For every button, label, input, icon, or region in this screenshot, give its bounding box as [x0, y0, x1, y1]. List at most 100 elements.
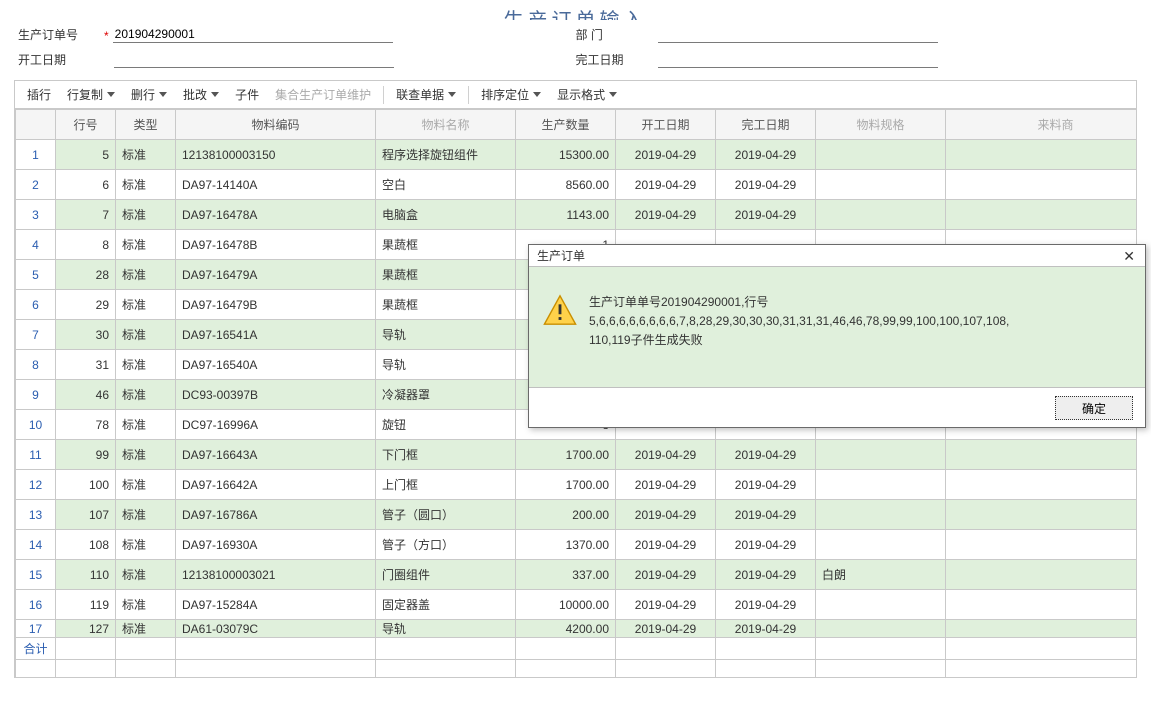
cell-line[interactable]: 78 [56, 410, 116, 440]
cell-supplier[interactable] [946, 500, 1138, 530]
cell-type[interactable]: 标准 [116, 590, 176, 620]
cell-name[interactable]: 空白 [376, 170, 516, 200]
cell-supplier[interactable] [946, 170, 1138, 200]
col-end[interactable]: 完工日期 [716, 110, 816, 140]
row-number[interactable]: 8 [16, 350, 56, 380]
cell-start[interactable]: 2019-04-29 [616, 590, 716, 620]
cell-line[interactable]: 7 [56, 200, 116, 230]
cell-type[interactable]: 标准 [116, 320, 176, 350]
cell-end[interactable]: 2019-04-29 [716, 440, 816, 470]
col-name[interactable]: 物料名称 [376, 110, 516, 140]
row-number[interactable]: 5 [16, 260, 56, 290]
link-button[interactable]: 联查单据 [388, 83, 464, 106]
row-number[interactable]: 14 [16, 530, 56, 560]
cell-qty[interactable]: 1143.00 [516, 200, 616, 230]
cell-name[interactable]: 导轨 [376, 620, 516, 638]
row-number[interactable]: 15 [16, 560, 56, 590]
cell-name[interactable]: 管子（圆口） [376, 500, 516, 530]
cell-spec[interactable] [816, 170, 946, 200]
cell-qty[interactable]: 337.00 [516, 560, 616, 590]
ok-button[interactable]: 确定 [1055, 396, 1133, 420]
cell-name[interactable]: 固定器盖 [376, 590, 516, 620]
cell-supplier[interactable] [946, 590, 1138, 620]
cell-start[interactable]: 2019-04-29 [616, 140, 716, 170]
cell-name[interactable]: 上门框 [376, 470, 516, 500]
cell-name[interactable]: 导轨 [376, 350, 516, 380]
cell-start[interactable]: 2019-04-29 [616, 200, 716, 230]
row-number[interactable]: 17 [16, 620, 56, 638]
cell-code[interactable]: DA97-16786A [176, 500, 376, 530]
cell-supplier[interactable] [946, 560, 1138, 590]
cell-line[interactable]: 100 [56, 470, 116, 500]
cell-spec[interactable] [816, 590, 946, 620]
cell-end[interactable]: 2019-04-29 [716, 530, 816, 560]
cell-code[interactable]: DA97-16930A [176, 530, 376, 560]
cell-line[interactable]: 31 [56, 350, 116, 380]
row-number[interactable]: 9 [16, 380, 56, 410]
cell-supplier[interactable] [946, 470, 1138, 500]
cell-code[interactable]: DA97-16642A [176, 470, 376, 500]
cell-spec[interactable] [816, 200, 946, 230]
cell-code[interactable]: DA97-16479B [176, 290, 376, 320]
col-qty[interactable]: 生产数量 [516, 110, 616, 140]
batch-button[interactable]: 批改 [175, 83, 227, 106]
cell-end[interactable]: 2019-04-29 [716, 560, 816, 590]
row-number[interactable]: 10 [16, 410, 56, 440]
cell-line[interactable]: 99 [56, 440, 116, 470]
row-number[interactable]: 6 [16, 290, 56, 320]
cell-code[interactable]: DA97-14140A [176, 170, 376, 200]
cell-code[interactable]: DA97-16540A [176, 350, 376, 380]
cell-spec[interactable] [816, 140, 946, 170]
cell-qty[interactable]: 10000.00 [516, 590, 616, 620]
cell-line[interactable]: 28 [56, 260, 116, 290]
cell-line[interactable]: 29 [56, 290, 116, 320]
cell-qty[interactable]: 15300.00 [516, 140, 616, 170]
cell-type[interactable]: 标准 [116, 380, 176, 410]
cell-type[interactable]: 标准 [116, 470, 176, 500]
cell-start[interactable]: 2019-04-29 [616, 440, 716, 470]
cell-code[interactable]: DA97-16478B [176, 230, 376, 260]
cell-spec[interactable] [816, 500, 946, 530]
cell-name[interactable]: 电脑盒 [376, 200, 516, 230]
cell-name[interactable]: 管子（方口） [376, 530, 516, 560]
sort-button[interactable]: 排序定位 [473, 83, 549, 106]
row-number[interactable]: 7 [16, 320, 56, 350]
cell-start[interactable]: 2019-04-29 [616, 470, 716, 500]
cell-type[interactable]: 标准 [116, 230, 176, 260]
row-number[interactable]: 2 [16, 170, 56, 200]
table-row[interactable]: 16119标准DA97-15284A固定器盖10000.002019-04-29… [16, 590, 1138, 620]
cell-code[interactable]: DA97-16479A [176, 260, 376, 290]
cell-end[interactable]: 2019-04-29 [716, 620, 816, 638]
col-line[interactable]: 行号 [56, 110, 116, 140]
cell-type[interactable]: 标准 [116, 260, 176, 290]
cell-end[interactable]: 2019-04-29 [716, 200, 816, 230]
cell-start[interactable]: 2019-04-29 [616, 530, 716, 560]
cell-code[interactable]: DC97-16996A [176, 410, 376, 440]
cell-name[interactable]: 下门框 [376, 440, 516, 470]
cell-code[interactable]: 12138100003021 [176, 560, 376, 590]
cell-code[interactable]: DC93-00397B [176, 380, 376, 410]
col-start[interactable]: 开工日期 [616, 110, 716, 140]
col-supplier[interactable]: 来料商 [946, 110, 1138, 140]
cell-line[interactable]: 108 [56, 530, 116, 560]
cell-end[interactable]: 2019-04-29 [716, 170, 816, 200]
cell-supplier[interactable] [946, 440, 1138, 470]
row-number[interactable]: 3 [16, 200, 56, 230]
cell-qty[interactable]: 8560.00 [516, 170, 616, 200]
table-row[interactable]: 17127标准DA61-03079C导轨4200.002019-04-29201… [16, 620, 1138, 638]
agg-button[interactable]: 集合生产订单维护 [267, 83, 379, 106]
cell-type[interactable]: 标准 [116, 500, 176, 530]
cell-supplier[interactable] [946, 530, 1138, 560]
cell-type[interactable]: 标准 [116, 200, 176, 230]
copy-row-button[interactable]: 行复制 [59, 83, 123, 106]
cell-start[interactable]: 2019-04-29 [616, 620, 716, 638]
cell-code[interactable]: 12138100003150 [176, 140, 376, 170]
cell-line[interactable]: 5 [56, 140, 116, 170]
cell-line[interactable]: 119 [56, 590, 116, 620]
cell-code[interactable]: DA97-16541A [176, 320, 376, 350]
cell-end[interactable]: 2019-04-29 [716, 500, 816, 530]
order-no-input[interactable] [113, 26, 393, 43]
row-number[interactable]: 13 [16, 500, 56, 530]
close-icon[interactable]: ✕ [1119, 249, 1139, 263]
cell-line[interactable]: 107 [56, 500, 116, 530]
